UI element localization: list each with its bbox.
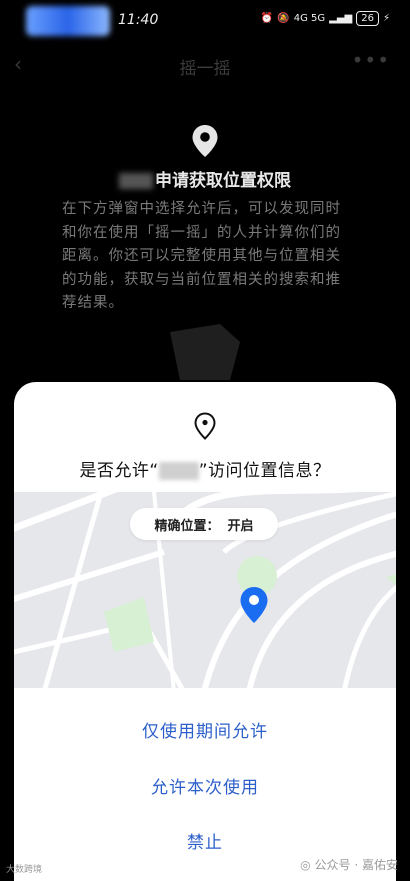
location-pin-outline-icon (194, 412, 216, 440)
precise-location-chip[interactable]: 精确位置： 开启 (130, 508, 278, 540)
background-logo-icon (170, 324, 240, 380)
network-indicator: 4G 5G (293, 13, 326, 24)
dialog-question: 是否允许“ ”访问位置信息？ (79, 461, 331, 481)
page-title: 摇一摇 (179, 59, 231, 79)
battery-indicator: 26 (356, 11, 379, 26)
blurred-app-name (158, 462, 199, 480)
blurred-app-name (119, 173, 153, 189)
allow-while-using-button[interactable]: 仅使用期间允许 (14, 717, 396, 742)
status-bar: 11:40 ⏰ 🔕 4G 5G ▂▄▆ 26 ⚡ (0, 0, 410, 40)
more-dots-icon[interactable]: ••• (352, 48, 390, 72)
status-indicators: ⏰ 🔕 4G 5G ▂▄▆ 26 ⚡ (261, 11, 390, 26)
location-pin-icon (192, 125, 218, 157)
signal-icon: ▂▄▆ (329, 13, 353, 24)
navbar: ‹ 摇一摇 ••• (0, 48, 410, 82)
map-marker-icon (240, 587, 268, 623)
deny-button[interactable]: 禁止 (14, 828, 396, 853)
permission-description: 在下方弹窗中选择允许后，可以发现同时和你在使用「摇一摇」的人并计算你们的距离。你… (62, 201, 341, 311)
alarm-icon: ⏰ (260, 13, 274, 24)
wechat-icon: ◎ (300, 857, 311, 872)
watermark-right: ◎ 公众号 · 嘉佑安 (300, 857, 398, 873)
permission-title: 申请获取位置权限 (0, 166, 410, 191)
blurred-app-name (26, 6, 110, 36)
watermark-left: 大数跨境 (6, 865, 43, 875)
charging-icon: ⚡ (382, 13, 390, 24)
status-time: 11:40 (118, 12, 159, 28)
mute-icon: 🔕 (277, 13, 290, 24)
allow-once-button[interactable]: 允许本次使用 (14, 773, 396, 798)
location-permission-dialog: 是否允许“ ”访问位置信息？ 精确位置： 开启 仅使用期间允许 允许本次使用 禁止 (14, 382, 396, 881)
